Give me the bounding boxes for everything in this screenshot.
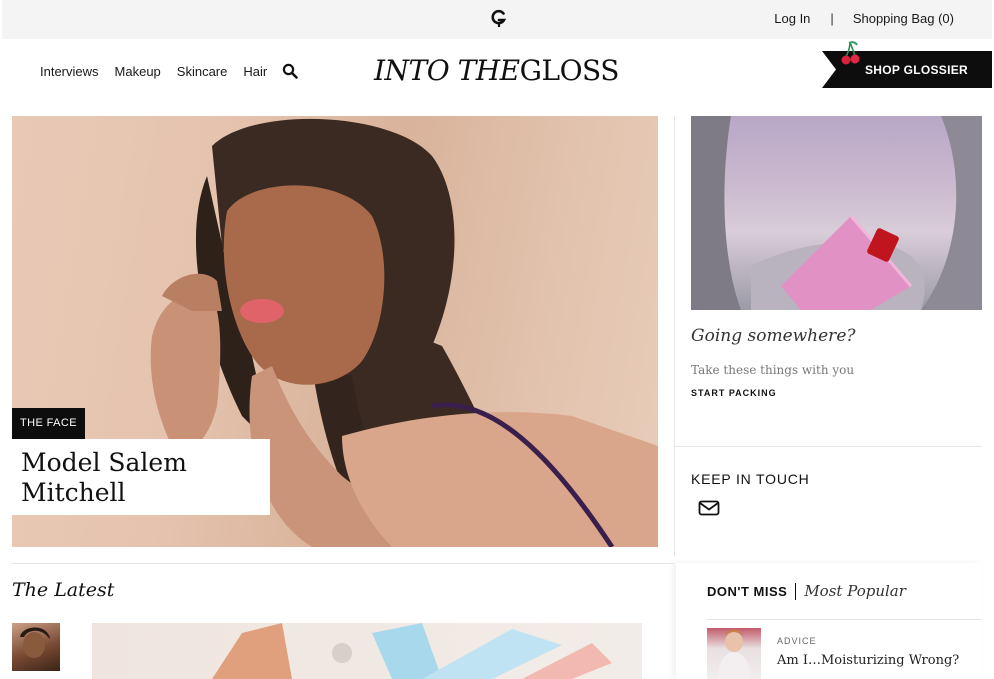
latest-article-image[interactable]	[92, 623, 642, 679]
dont-miss-divider	[707, 619, 982, 620]
tab-dont-miss[interactable]: DON'T MISS	[707, 584, 787, 599]
logo-part-roman: GLOSS	[519, 54, 620, 87]
nav-item-skincare[interactable]: Skincare	[177, 64, 228, 79]
keep-in-touch-title: KEEP IN TOUCH	[691, 471, 810, 487]
hero-title[interactable]: Model Salem Mitchell	[21, 448, 261, 508]
main-nav: Interviews Makeup Skincare Hair	[40, 63, 299, 79]
latest-illustration	[212, 623, 612, 679]
latest-heading: The Latest	[12, 579, 115, 601]
promo-title[interactable]: Going somewhere?	[691, 326, 856, 346]
link-separator: |	[830, 11, 834, 26]
article-title[interactable]: Am I…Moisturizing Wrong?	[777, 653, 959, 668]
logo-part-italic: INTO THE	[374, 54, 520, 87]
article-category: ADVICE	[777, 636, 817, 646]
search-icon[interactable]	[282, 63, 299, 79]
dont-miss-tabs: DON'T MISS Most Popular	[707, 582, 906, 600]
right-divider	[675, 446, 982, 447]
latest-divider	[12, 563, 674, 564]
account-links: Log In | Shopping Bag (0)	[774, 11, 954, 26]
thumbnail-portrait	[20, 627, 50, 658]
nav-item-interviews[interactable]: Interviews	[40, 64, 99, 79]
promo-image[interactable]	[691, 116, 982, 310]
login-link[interactable]: Log In	[774, 11, 810, 26]
column-divider	[674, 116, 675, 556]
dont-miss-thumbnail[interactable]	[707, 628, 761, 679]
start-packing-link[interactable]: START PACKING	[691, 388, 777, 398]
mail-icon[interactable]	[698, 500, 720, 516]
latest-author-thumbnail[interactable]	[12, 623, 60, 671]
tab-most-popular[interactable]: Most Popular	[804, 582, 906, 600]
hero-title-box[interactable]: Model Salem Mitchell	[12, 439, 270, 515]
hero-category-tag[interactable]: THE FACE	[12, 408, 85, 439]
top-utility-bar: Log In | Shopping Bag (0)	[2, 0, 992, 39]
tab-separator	[795, 582, 797, 600]
promo-illustration	[691, 116, 982, 310]
nav-item-hair[interactable]: Hair	[243, 64, 267, 79]
dont-miss-illustration	[717, 630, 751, 679]
promo-subtitle: Take these things with you	[691, 363, 855, 377]
cherry-icon	[841, 41, 860, 65]
glossier-g-icon[interactable]	[489, 8, 509, 28]
shopping-bag-link[interactable]: Shopping Bag (0)	[853, 11, 954, 26]
site-logo[interactable]: INTO THEGLOSS	[374, 54, 619, 87]
nav-item-makeup[interactable]: Makeup	[115, 64, 161, 79]
